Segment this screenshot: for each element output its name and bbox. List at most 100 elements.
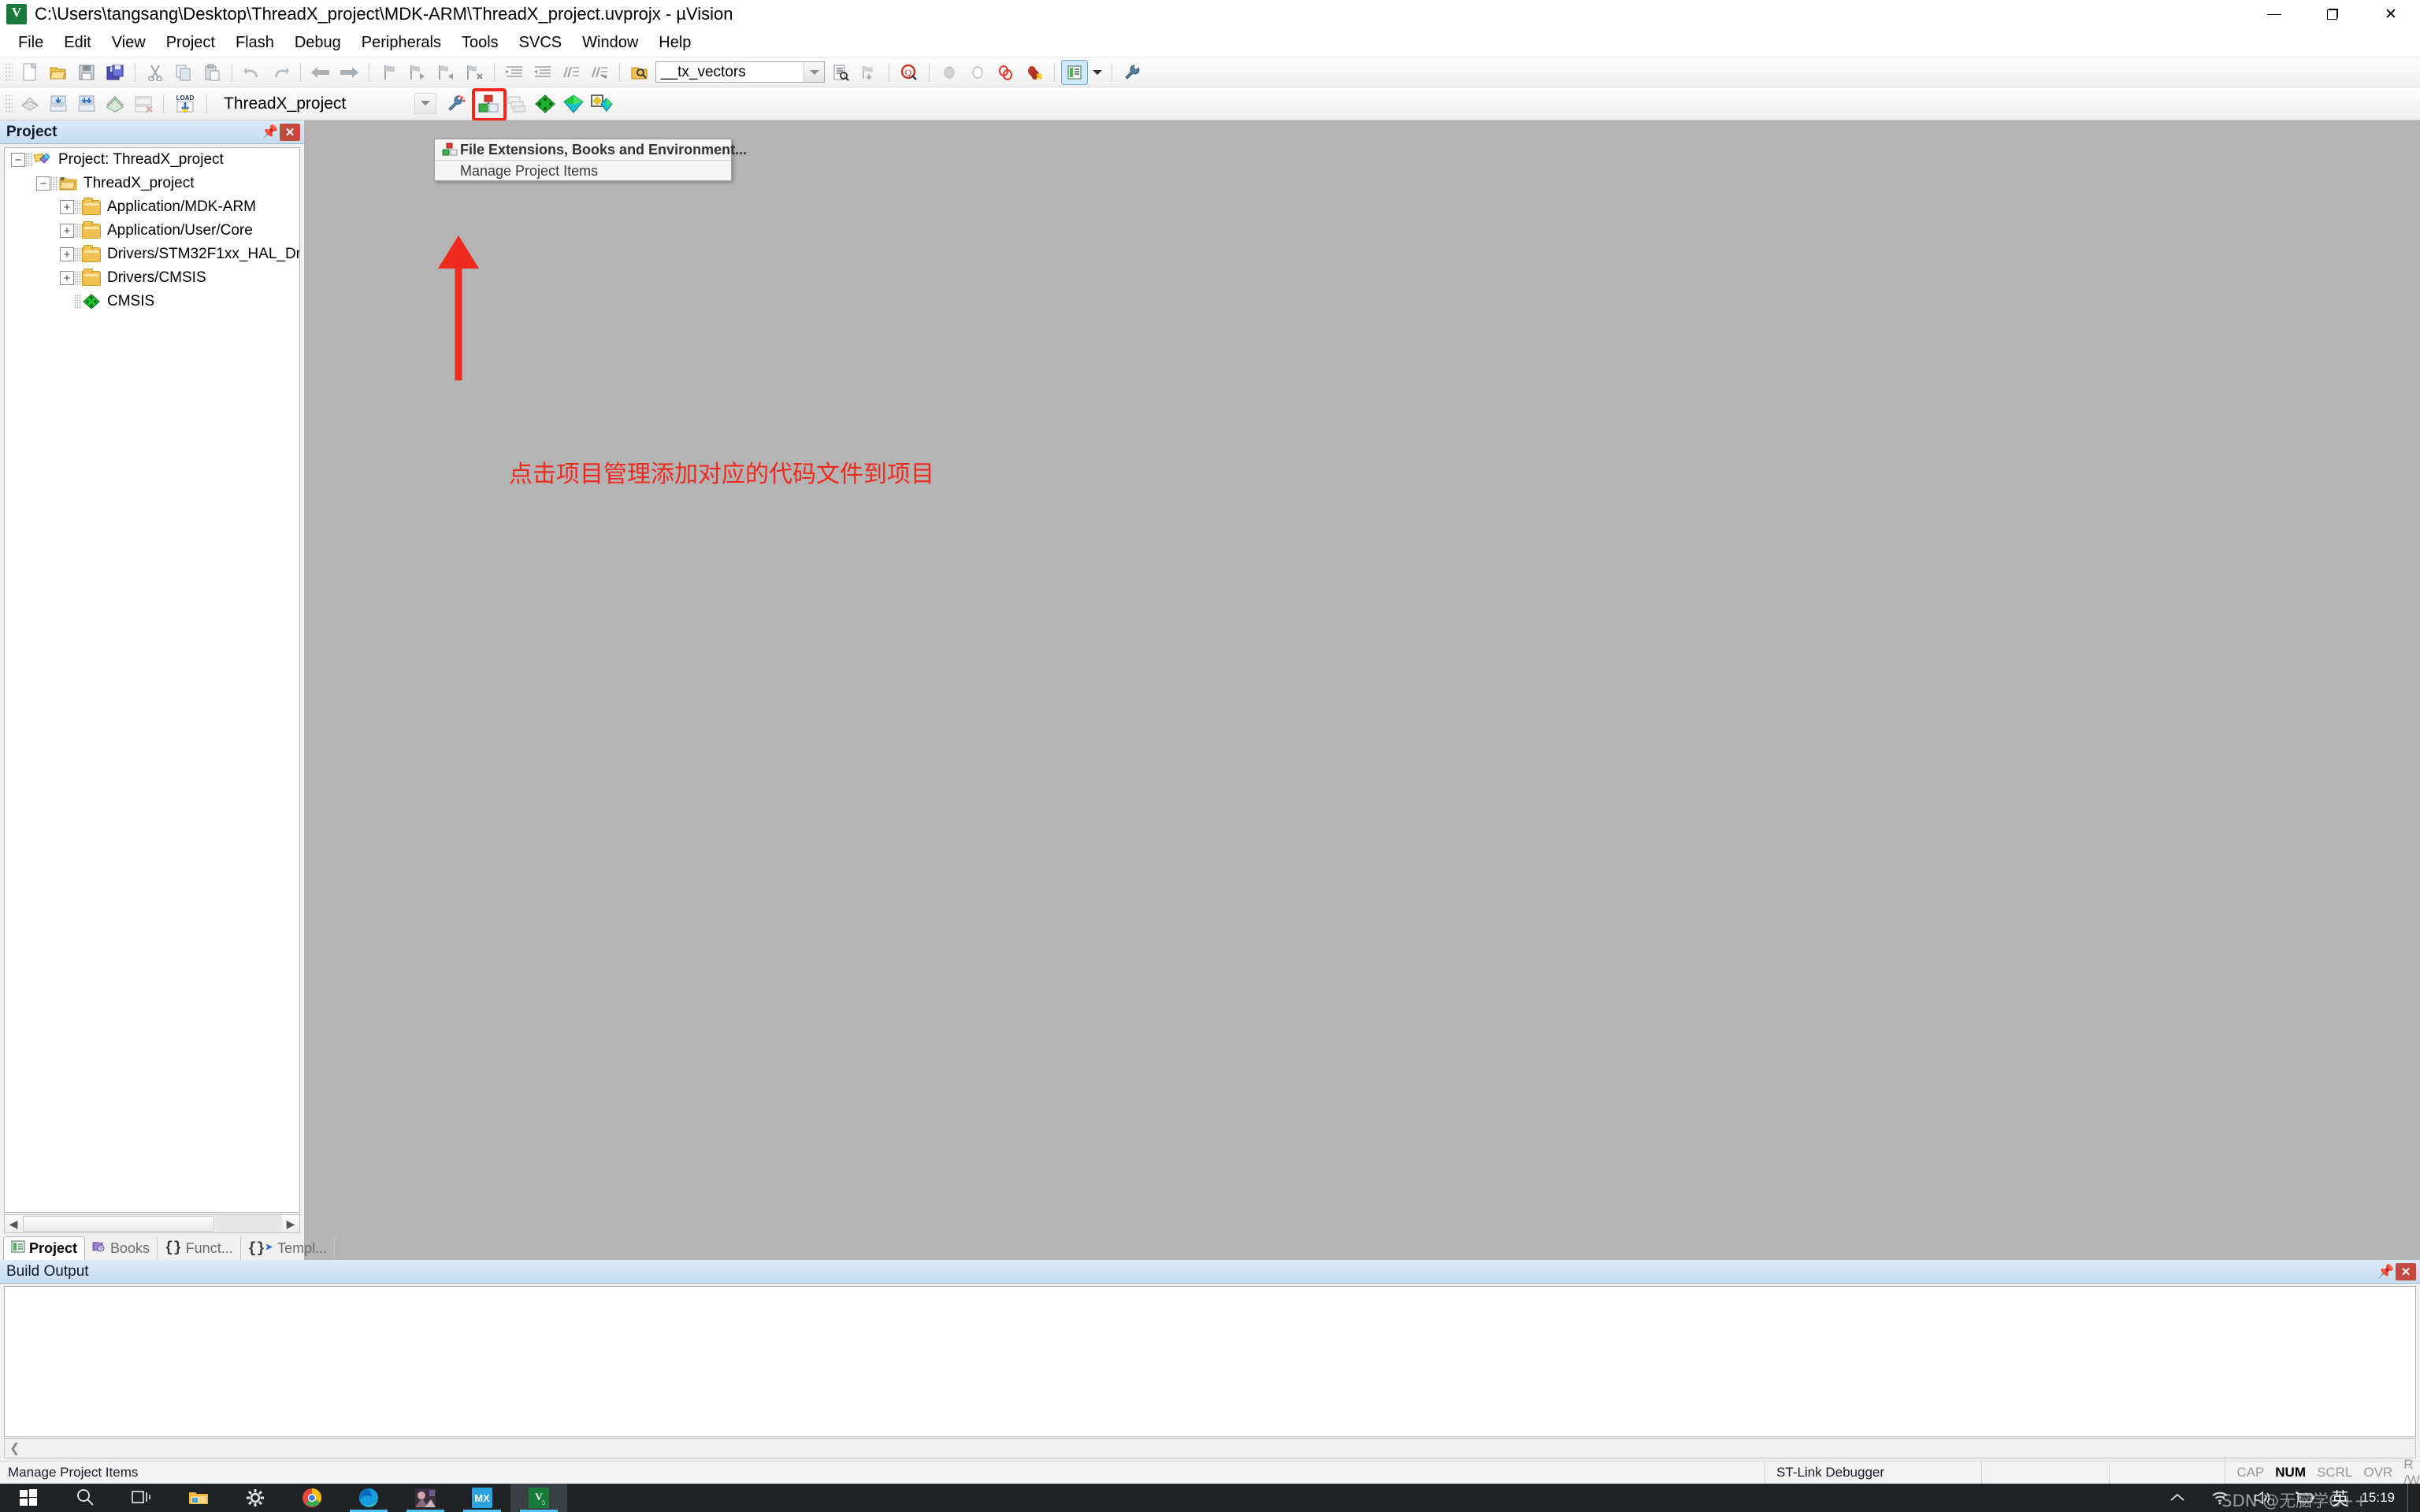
- ime-indicator[interactable]: 英: [2326, 1485, 2353, 1510]
- search-combo[interactable]: __tx_vectors: [655, 61, 825, 83]
- cut-icon[interactable]: [142, 60, 169, 85]
- menu-edit[interactable]: Edit: [54, 31, 101, 55]
- manage-project-items-icon[interactable]: [472, 87, 507, 121]
- redo-icon[interactable]: [267, 60, 294, 85]
- tree-item-application-mdk-arm[interactable]: + Application/MDK-ARM: [5, 195, 299, 219]
- tab-templates[interactable]: {}➤ Templ...: [241, 1236, 336, 1260]
- undo-icon[interactable]: [239, 60, 265, 85]
- uncomment-icon[interactable]: [586, 60, 613, 85]
- expander-expand[interactable]: +: [60, 200, 74, 214]
- task-view-icon[interactable]: [113, 1484, 170, 1512]
- tree-item-target[interactable]: − ThreadX_project: [5, 172, 299, 195]
- bookmark-clear-icon[interactable]: [461, 60, 488, 85]
- edge-icon[interactable]: [340, 1484, 397, 1512]
- incremental-find-icon[interactable]: [827, 60, 854, 85]
- project-tree-hscrollbar[interactable]: ◀ ▶: [4, 1214, 300, 1233]
- bookmark-next-icon[interactable]: [432, 60, 459, 85]
- volume-icon[interactable]: [2241, 1484, 2284, 1512]
- select-software-packs-icon[interactable]: [588, 91, 615, 117]
- tree-item-project-root[interactable]: − Project: ThreadX_project: [5, 148, 299, 172]
- expander-collapse[interactable]: −: [11, 153, 25, 167]
- copy-icon[interactable]: [170, 60, 197, 85]
- tab-functions[interactable]: {} Funct...: [158, 1236, 241, 1260]
- chrome-icon[interactable]: [284, 1484, 340, 1512]
- menu-help[interactable]: Help: [648, 31, 701, 55]
- expander-expand[interactable]: +: [60, 271, 74, 285]
- pin-icon[interactable]: 📌: [261, 123, 280, 142]
- scrollbar-thumb[interactable]: [23, 1216, 214, 1232]
- expander-expand[interactable]: +: [60, 224, 74, 238]
- comment-icon[interactable]: [558, 60, 585, 85]
- breakpoint-insert-icon[interactable]: Q: [896, 60, 922, 85]
- close-icon[interactable]: ✕: [2396, 1262, 2416, 1280]
- target-selector-arrow[interactable]: [414, 92, 436, 114]
- show-desktop-button[interactable]: [2407, 1484, 2415, 1512]
- toolbar-grip[interactable]: [5, 61, 13, 83]
- rebuild-all-icon[interactable]: [73, 91, 100, 117]
- scroll-left-icon[interactable]: ◀: [5, 1215, 22, 1232]
- expander-expand[interactable]: +: [60, 247, 74, 261]
- target-options-icon[interactable]: [443, 91, 470, 117]
- build-output-text[interactable]: [4, 1286, 2416, 1437]
- outdent-icon[interactable]: [529, 60, 556, 85]
- batch-build-icon[interactable]: [102, 91, 128, 117]
- menu-debug[interactable]: Debug: [284, 31, 351, 55]
- menu-window[interactable]: Window: [572, 31, 648, 55]
- uvision-taskbar-icon[interactable]: V5: [510, 1484, 567, 1512]
- menu-peripherals[interactable]: Peripherals: [351, 31, 451, 55]
- menu-tools[interactable]: Tools: [451, 31, 509, 55]
- menu-flash[interactable]: Flash: [225, 31, 284, 55]
- project-window-dropdown[interactable]: [1089, 60, 1105, 85]
- manage-run-time-env-icon[interactable]: [560, 91, 587, 117]
- project-tree[interactable]: − Project: ThreadX_project − ThreadX_pro…: [4, 147, 300, 1213]
- menu-item-manage-project-items[interactable]: Manage Project Items: [435, 161, 731, 182]
- mx-app-icon[interactable]: MX: [454, 1484, 510, 1512]
- paste-icon[interactable]: [199, 60, 225, 85]
- breakpoint-kill-all-icon[interactable]: [1021, 60, 1048, 85]
- tab-project[interactable]: Project: [3, 1236, 86, 1260]
- tree-item-drivers-hal[interactable]: + Drivers/STM32F1xx_HAL_Driver: [5, 243, 299, 266]
- bookmark-prev-icon[interactable]: [404, 60, 431, 85]
- indent-icon[interactable]: [501, 60, 528, 85]
- battery-icon[interactable]: [2284, 1484, 2326, 1512]
- expander-collapse[interactable]: −: [36, 176, 50, 191]
- source-browse-icon[interactable]: [856, 60, 882, 85]
- pin-icon[interactable]: 📌: [2377, 1262, 2396, 1281]
- tree-item-cmsis-component[interactable]: CMSIS: [5, 290, 299, 313]
- tab-books[interactable]: ? Books: [85, 1236, 158, 1260]
- file-explorer-icon[interactable]: [170, 1484, 227, 1512]
- menu-view[interactable]: View: [102, 31, 156, 55]
- navigate-forward-icon[interactable]: [336, 60, 362, 85]
- configuration-wizard-icon[interactable]: [1119, 60, 1145, 85]
- tree-item-application-user-core[interactable]: + Application/User/Core: [5, 219, 299, 243]
- menu-item-file-extensions[interactable]: File Extensions, Books and Environment..…: [435, 139, 747, 161]
- find-in-files-icon[interactable]: [626, 60, 653, 85]
- settings-gear-icon[interactable]: [227, 1484, 284, 1512]
- scroll-left-icon[interactable]: ❮: [9, 1440, 20, 1456]
- menu-project[interactable]: Project: [156, 31, 225, 55]
- close-button[interactable]: ✕: [2362, 0, 2420, 28]
- tree-item-drivers-cmsis[interactable]: + Drivers/CMSIS: [5, 266, 299, 290]
- target-selector[interactable]: ThreadX_project: [224, 92, 436, 116]
- wifi-icon[interactable]: [2199, 1484, 2241, 1512]
- breakpoint-disable-icon[interactable]: [964, 60, 991, 85]
- breakpoint-disable-all-icon[interactable]: [993, 60, 1019, 85]
- search-input[interactable]: __tx_vectors: [656, 64, 746, 81]
- search-combo-arrow[interactable]: [804, 62, 824, 82]
- open-file-icon[interactable]: [45, 60, 72, 85]
- bookmark-toggle-icon[interactable]: [376, 60, 403, 85]
- save-icon[interactable]: [73, 60, 100, 85]
- show-hidden-icons-icon[interactable]: [2156, 1484, 2199, 1512]
- start-button[interactable]: [0, 1484, 57, 1512]
- taskbar-clock[interactable]: 15:19: [2353, 1491, 2403, 1505]
- menu-svcs[interactable]: SVCS: [509, 31, 572, 55]
- toolbar-grip[interactable]: [5, 93, 13, 114]
- scrollbar-track[interactable]: [215, 1215, 282, 1232]
- save-all-icon[interactable]: [102, 60, 128, 85]
- stop-build-icon[interactable]: [130, 91, 157, 117]
- manage-multi-project-icon[interactable]: [503, 91, 530, 117]
- new-file-icon[interactable]: [17, 60, 43, 85]
- photos-icon[interactable]: [397, 1484, 454, 1512]
- project-window-icon[interactable]: [1061, 59, 1088, 85]
- minimize-button[interactable]: [2245, 0, 2303, 28]
